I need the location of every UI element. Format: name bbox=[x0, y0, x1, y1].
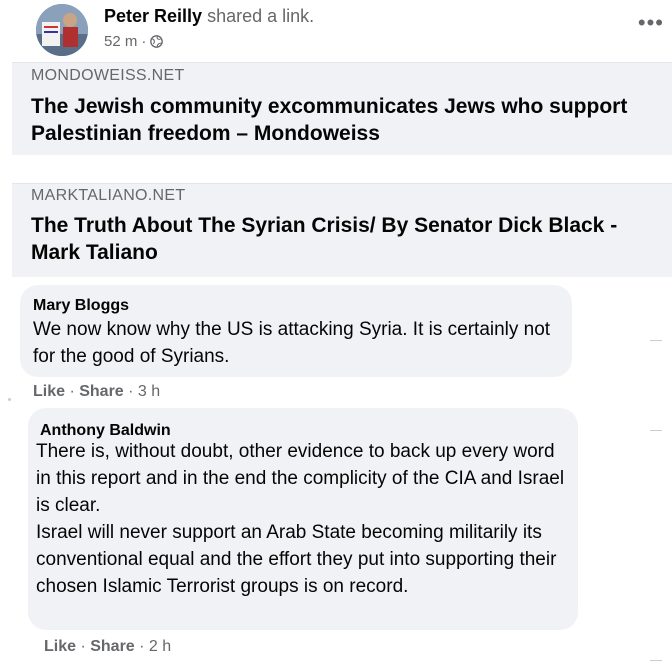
comment-actions: Like · Share · 3 h bbox=[33, 383, 161, 400]
author-line: Peter Reilly shared a link. bbox=[104, 6, 314, 27]
avatar-image bbox=[36, 4, 88, 56]
comment-bubble: Anthony Baldwin There is, without doubt,… bbox=[28, 408, 578, 630]
comment-bubble: Mary Bloggs We now know why the US is at… bbox=[20, 285, 572, 377]
side-divider bbox=[650, 430, 662, 431]
like-button[interactable]: Like bbox=[33, 383, 65, 400]
share-button[interactable]: Share bbox=[90, 638, 134, 655]
comment-time[interactable]: 2 h bbox=[149, 638, 171, 655]
post-time[interactable]: 52 m bbox=[104, 33, 137, 50]
link-domain: MARKTALIANO.NET bbox=[31, 187, 186, 204]
share-button[interactable]: Share bbox=[79, 383, 123, 400]
post-header: Peter Reilly shared a link. 52 m · ••• bbox=[0, 0, 672, 62]
comment-time[interactable]: 3 h bbox=[138, 383, 160, 400]
meta-separator: · bbox=[141, 33, 147, 50]
link-title[interactable]: The Truth About The Syrian Crisis/ By Se… bbox=[31, 212, 671, 266]
comment-text: There is, without doubt, other evidence … bbox=[36, 441, 565, 597]
like-button[interactable]: Like bbox=[44, 638, 76, 655]
globe-icon bbox=[150, 35, 164, 48]
post-meta: 52 m · bbox=[104, 33, 164, 50]
post-action-text: shared a link. bbox=[202, 6, 315, 26]
author-avatar[interactable] bbox=[36, 4, 88, 56]
side-divider bbox=[650, 340, 662, 341]
more-options-button[interactable]: ••• bbox=[638, 12, 664, 34]
thread-dot bbox=[8, 398, 11, 401]
link-title[interactable]: The Jewish community excommunicates Jews… bbox=[31, 93, 671, 147]
comment-text: We now know why the US is attacking Syri… bbox=[33, 319, 551, 367]
comment-actions: Like · Share · 2 h bbox=[44, 638, 172, 655]
link-card-1[interactable]: MONDOWEISS.NET The Jewish community exco… bbox=[12, 62, 672, 155]
commenter-name[interactable]: Mary Bloggs bbox=[33, 297, 129, 315]
author-name[interactable]: Peter Reilly bbox=[104, 6, 202, 26]
side-divider bbox=[650, 660, 662, 661]
link-card-2[interactable]: MARKTALIANO.NET The Truth About The Syri… bbox=[12, 183, 672, 277]
link-domain: MONDOWEISS.NET bbox=[31, 67, 185, 84]
